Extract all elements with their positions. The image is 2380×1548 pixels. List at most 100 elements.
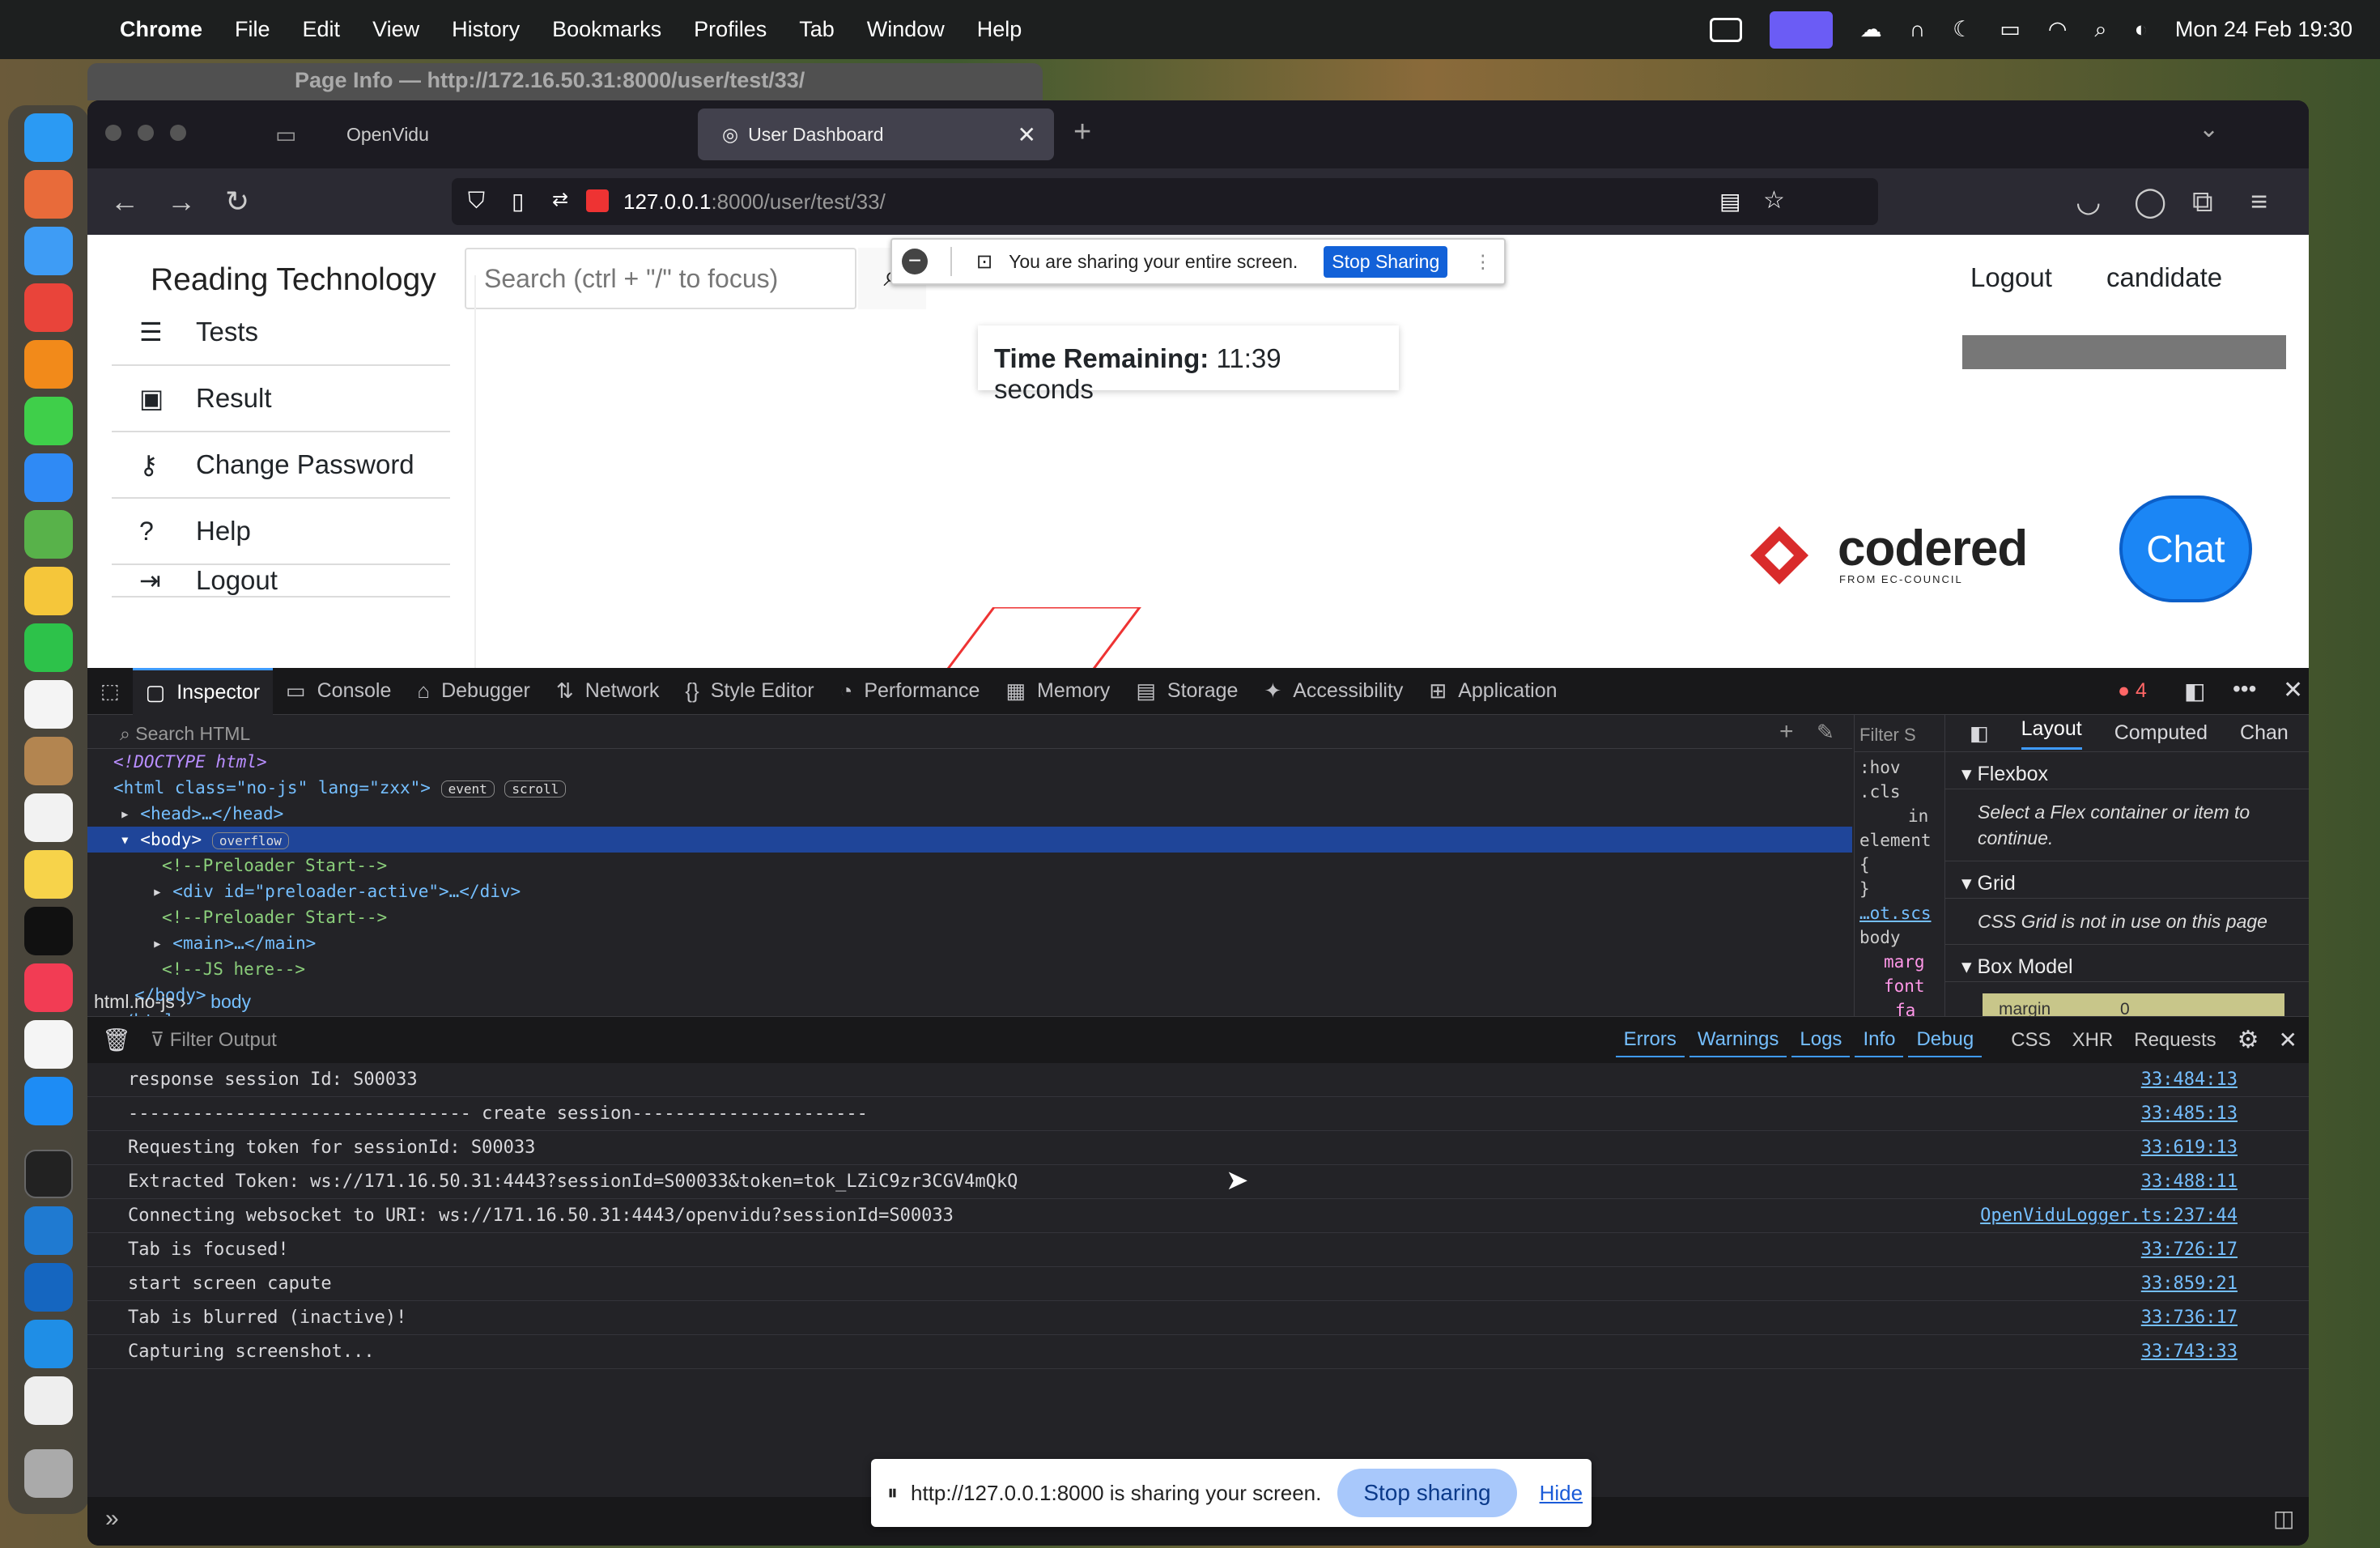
focus-moon-icon[interactable]: ☾ xyxy=(1953,17,1972,42)
console-row[interactable]: Capturing screenshot... 33:743:33 xyxy=(87,1335,2309,1369)
tab-console[interactable]: ▭ Console xyxy=(273,668,404,715)
element-picker-icon[interactable]: ⬚ xyxy=(87,668,133,715)
console-source-link[interactable]: OpenViduLogger.ts:237:44 xyxy=(1980,1199,2238,1233)
tab-debugger[interactable]: ⌂ Debugger xyxy=(404,668,543,715)
menu-help[interactable]: Help xyxy=(977,17,1022,42)
shield-icon[interactable]: ⛉ xyxy=(468,188,485,215)
terminal-icon[interactable] xyxy=(24,1150,73,1198)
markup-node[interactable]: ▸ <div id="preloader-active">…</div> xyxy=(87,878,1852,904)
tab-style-editor[interactable]: {} Style Editor xyxy=(672,668,827,715)
console-row[interactable]: Tab is focused! 33:726:17 xyxy=(87,1233,2309,1267)
tab-changes[interactable]: Chan xyxy=(2240,721,2289,745)
sidebar-item-result[interactable]: ▣ Result xyxy=(112,366,450,432)
control-center-icon[interactable]: ◐ xyxy=(2135,17,2148,42)
console-source-link[interactable]: 33:736:17 xyxy=(2141,1301,2238,1335)
error-count-badge[interactable]: ● 4 xyxy=(2118,679,2147,703)
launchpad-icon[interactable] xyxy=(24,170,73,219)
safari-icon[interactable] xyxy=(24,227,73,275)
hide-sharing-bar-link[interactable]: Hide xyxy=(1540,1481,1583,1506)
console-row[interactable]: Requesting token for sessionId: S00033 33… xyxy=(87,1131,2309,1165)
contacts-icon[interactable] xyxy=(24,737,73,785)
menu-profiles[interactable]: Profiles xyxy=(694,17,767,42)
tab-storage[interactable]: ▤ Storage xyxy=(1123,668,1251,715)
minimize-icon[interactable]: − xyxy=(902,249,928,274)
overflow-badge[interactable]: overflow xyxy=(211,832,289,849)
photos-icon[interactable] xyxy=(24,567,73,615)
eyedropper-icon[interactable]: ✎ xyxy=(1817,720,1834,745)
pocket-icon[interactable]: ◡ xyxy=(2076,185,2101,219)
console-settings-gear-icon[interactable]: ⚙ xyxy=(2238,1026,2259,1054)
tab-user-dashboard[interactable]: ◎ User Dashboard ✕ xyxy=(698,108,1054,160)
pause-icon[interactable]: ⏸ xyxy=(887,1480,898,1506)
event-badge[interactable]: event xyxy=(440,780,495,797)
permissions-icon[interactable]: ⇄ xyxy=(552,188,568,211)
address-bar[interactable]: ⛉ ▯ ⇄ 127.0.0.1:8000/user/test/33/ ▤ ☆ xyxy=(452,178,1878,225)
menu-window[interactable]: Window xyxy=(867,17,945,42)
filter-warnings-button[interactable]: Warnings xyxy=(1689,1023,1787,1057)
site-search-input[interactable]: Search (ctrl + "/" to focus) xyxy=(465,248,856,309)
close-devtools-icon[interactable]: ✕ xyxy=(2283,676,2303,704)
stop-sharing-button[interactable]: Stop Sharing xyxy=(1324,245,1448,278)
console-row[interactable]: Connecting websocket to URI: ws://171.16… xyxy=(87,1199,2309,1233)
grid-section-header[interactable]: ▾ Grid xyxy=(1945,861,2309,899)
sidebar-item-help[interactable]: ? Help xyxy=(112,499,450,565)
console-row[interactable]: start screen capute 33:859:21 xyxy=(87,1267,2309,1301)
markup-node[interactable]: ▸ <main>…</main> xyxy=(87,930,1852,956)
trash-icon[interactable]: 🗑 xyxy=(102,1027,131,1053)
reader-view-icon[interactable]: ▤ xyxy=(1719,188,1740,215)
wifi-icon[interactable]: ◠ xyxy=(2048,17,2068,42)
console-source-link[interactable]: 33:484:13 xyxy=(2141,1063,2238,1097)
new-tab-button[interactable]: + xyxy=(1073,115,1091,150)
filter-errors-button[interactable]: Errors xyxy=(1615,1023,1685,1057)
markup-node[interactable]: <!--JS here--> xyxy=(87,956,1852,982)
screen-share-indicator-icon[interactable] xyxy=(586,189,609,212)
tab-list-chevron-icon[interactable]: ⌄ xyxy=(2199,115,2219,143)
console-row[interactable]: Extracted Token: ws://171.16.50.31:4443?… xyxy=(87,1165,2309,1199)
console-row[interactable]: -------------------------------- create … xyxy=(87,1097,2309,1131)
tab-memory[interactable]: ▦ Memory xyxy=(992,668,1123,715)
menu-bookmarks[interactable]: Bookmarks xyxy=(552,17,661,42)
page-icon[interactable]: ▯ xyxy=(512,188,524,215)
screen-mirroring-icon[interactable] xyxy=(1769,11,1833,49)
markup-node-selected[interactable]: ▾ <body> overflow xyxy=(87,827,1852,853)
markup-node[interactable]: <html class="no-js" lang="zxx"> event sc… xyxy=(87,775,1852,801)
markup-node[interactable]: <!--Preloader Start--> xyxy=(87,904,1852,930)
firefox-icon[interactable] xyxy=(24,340,73,389)
account-icon[interactable]: ◯ xyxy=(2134,185,2166,219)
hamburger-menu-icon[interactable]: ≡ xyxy=(2250,185,2267,219)
more-options-icon[interactable]: ••• xyxy=(2233,676,2256,702)
site-brand[interactable]: Reading Technology xyxy=(151,262,436,298)
facetime-icon[interactable] xyxy=(24,623,73,672)
tv-icon[interactable] xyxy=(24,907,73,955)
dock-side-icon[interactable]: ◧ xyxy=(2184,678,2205,704)
tab-accessibility[interactable]: ✦ Accessibility xyxy=(1251,668,1416,715)
mail-icon[interactable] xyxy=(24,453,73,502)
filter-xhr-button[interactable]: XHR xyxy=(2072,1029,2114,1052)
tab-performance[interactable]: ◔ Performance xyxy=(827,668,993,715)
markup-node[interactable]: <!--Preloader Start--> xyxy=(87,853,1852,878)
menu-file[interactable]: File xyxy=(235,17,270,42)
headphones-icon[interactable]: ∩ xyxy=(1910,17,1925,42)
sidebar-item-tests[interactable]: ☰ Tests xyxy=(112,300,450,366)
close-icon[interactable]: ✕ xyxy=(1018,121,1036,148)
calendar-icon[interactable] xyxy=(24,680,73,729)
filter-output-input[interactable]: ⊽ Filter Output xyxy=(151,1028,277,1052)
rule-property[interactable]: font xyxy=(1859,974,1940,998)
page-info-window[interactable]: Page Info — http://172.16.50.31:8000/use… xyxy=(87,63,1043,100)
toggle-sidebar-icon[interactable]: ◧ xyxy=(1970,721,1989,746)
tab-application[interactable]: ⊞ Application xyxy=(1416,668,1570,715)
box-model-section-header[interactable]: ▾ Box Model xyxy=(1945,945,2309,982)
menu-history[interactable]: History xyxy=(452,17,520,42)
console-source-link[interactable]: 33:743:33 xyxy=(2141,1335,2238,1369)
editor-mode-icon[interactable]: ◫ xyxy=(2273,1505,2294,1532)
console-source-link[interactable]: 33:859:21 xyxy=(2141,1267,2238,1301)
rule-property[interactable]: marg xyxy=(1859,950,1940,974)
markup-node[interactable]: <!DOCTYPE html> xyxy=(87,749,1852,775)
console-source-link[interactable]: 33:488:11 xyxy=(2141,1165,2238,1199)
filter-logs-button[interactable]: Logs xyxy=(1791,1023,1851,1057)
menu-edit[interactable]: Edit xyxy=(303,17,341,42)
trash-icon[interactable] xyxy=(24,1449,73,1498)
music-icon[interactable] xyxy=(24,963,73,1012)
markup-node[interactable]: ▸ <head>…</head> xyxy=(87,801,1852,827)
reminders-icon[interactable] xyxy=(24,793,73,842)
